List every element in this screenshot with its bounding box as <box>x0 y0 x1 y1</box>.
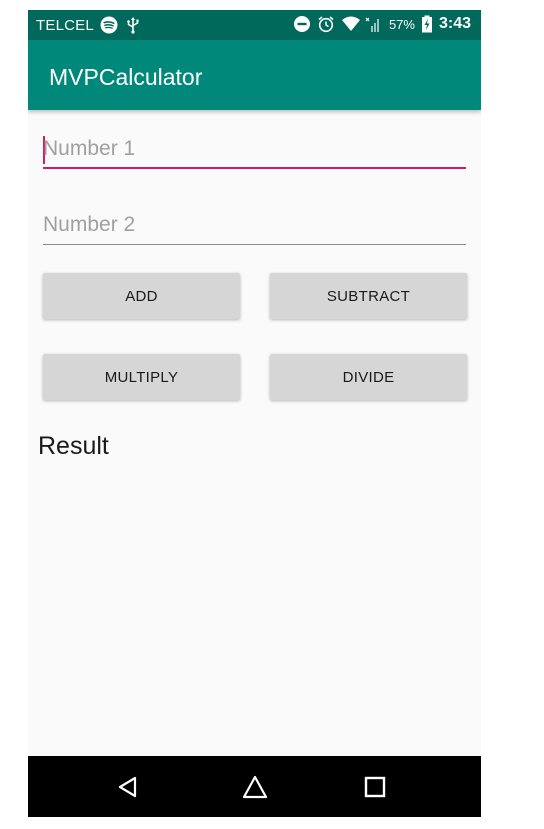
back-icon[interactable] <box>111 770 145 804</box>
number1-field[interactable]: Number 1 <box>43 129 466 169</box>
app-bar: MVPCalculator <box>28 40 481 110</box>
navigation-bar <box>28 756 481 817</box>
clock: 3:43 <box>438 15 471 32</box>
do-not-disturb-icon <box>293 15 311 33</box>
result-label: Result <box>38 432 109 460</box>
multiply-button[interactable]: MULTIPLY <box>43 354 240 400</box>
number1-underline <box>43 167 466 169</box>
number2-placeholder: Number 2 <box>43 213 136 236</box>
usb-icon <box>124 16 142 34</box>
spotify-icon <box>100 16 118 34</box>
battery-charging-icon <box>421 15 433 33</box>
phone-screen: TELCEL 57% 3:43 MVPCalculator Number 1 N… <box>28 10 481 817</box>
number2-underline <box>43 244 466 245</box>
recents-icon[interactable] <box>358 770 392 804</box>
divide-button[interactable]: DIVIDE <box>270 354 467 400</box>
home-icon[interactable] <box>238 770 272 804</box>
status-bar: TELCEL 57% 3:43 <box>28 10 481 40</box>
subtract-button[interactable]: SUBTRACT <box>270 273 467 319</box>
number2-field[interactable]: Number 2 <box>43 205 466 245</box>
number1-placeholder: Number 1 <box>43 137 136 160</box>
carrier-label: TELCEL <box>36 16 94 34</box>
wifi-icon <box>341 15 360 33</box>
alarm-icon <box>317 15 335 33</box>
battery-percent: 57% <box>388 16 415 32</box>
add-button[interactable]: ADD <box>43 273 240 319</box>
app-title: MVPCalculator <box>49 64 203 90</box>
signal-icon <box>365 15 383 33</box>
